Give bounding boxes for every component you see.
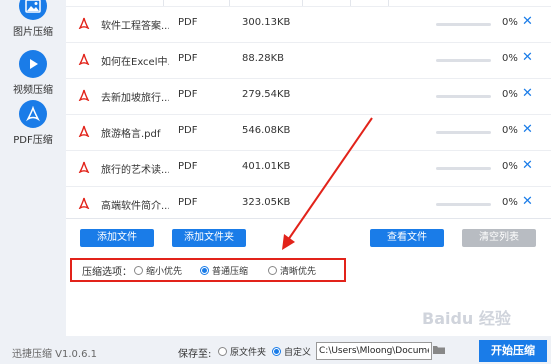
table-row[interactable]: 如何在Excel中... PDF 88.28KB 0% ✕ (66, 42, 551, 79)
file-size: 546.08KB (242, 125, 291, 136)
file-size: 88.28KB (242, 53, 285, 64)
file-size: 279.54KB (242, 89, 291, 100)
file-type: PDF (178, 17, 198, 28)
progress-percent: 0% (502, 89, 518, 100)
progress-bar (436, 203, 491, 206)
option-label: 自定义 (284, 348, 312, 358)
pdf-file-icon (78, 53, 90, 68)
image-icon (19, 0, 47, 20)
file-size: 300.13KB (242, 17, 291, 28)
play-icon (19, 50, 47, 78)
remove-file-icon[interactable]: ✕ (522, 194, 533, 209)
file-name: 旅游格言.pdf (101, 129, 161, 140)
file-type: PDF (178, 161, 198, 172)
file-name: 高端软件简介... (101, 201, 169, 212)
file-type: PDF (178, 89, 198, 100)
option-size-first[interactable]: 缩小优先 (134, 264, 182, 277)
radio-original-folder[interactable] (218, 347, 227, 356)
add-folder-button[interactable]: 添加文件夹 (172, 229, 246, 247)
sidebar-item-pdf-compress[interactable]: PDF压缩 (0, 100, 66, 146)
file-name: 旅行的艺术读... (101, 165, 169, 176)
file-name: 去新加坡旅行... (101, 93, 169, 104)
table-row[interactable]: 旅游格言.pdf PDF 546.08KB 0% ✕ (66, 114, 551, 151)
option-clarity-first[interactable]: 清晰优先 (268, 264, 316, 277)
remove-file-icon[interactable]: ✕ (522, 86, 533, 101)
start-compress-button[interactable]: 开始压缩 (479, 340, 547, 362)
option-label: 缩小优先 (146, 266, 183, 277)
footer-bar: 迅捷压缩 V1.0.6.1 保存至: 原文件夹 自定义 开始压缩 (0, 336, 551, 364)
app-version: 迅捷压缩 V1.0.6.1 (12, 349, 98, 360)
file-type: PDF (178, 53, 198, 64)
option-label: 原文件夹 (230, 348, 267, 358)
file-name: 软件工程答案... (101, 21, 169, 32)
table-row[interactable]: 高端软件简介... PDF 323.05KB 0% ✕ (66, 186, 551, 222)
clear-list-button[interactable]: 清空列表 (462, 229, 536, 247)
sidebar-item-label: 图片压缩 (13, 27, 53, 38)
progress-percent: 0% (502, 125, 518, 136)
progress-percent: 0% (502, 53, 518, 64)
progress-percent: 0% (502, 161, 518, 172)
watermark: Baidu 经验 (422, 309, 511, 328)
options-label: 压缩选项： (82, 266, 132, 278)
sidebar-item-label: PDF压缩 (13, 135, 53, 146)
sidebar-item-image-compress[interactable]: 图片压缩 (0, 0, 66, 38)
radio-size-first[interactable] (134, 265, 143, 275)
progress-bar (436, 167, 491, 170)
pdf-file-icon (78, 125, 90, 140)
file-type: PDF (178, 125, 198, 136)
option-original-folder[interactable]: 原文件夹 (218, 345, 266, 358)
view-file-button[interactable]: 查看文件 (370, 229, 444, 247)
sidebar-item-video-compress[interactable]: 视频压缩 (0, 50, 66, 96)
option-label: 清晰优先 (280, 266, 317, 277)
progress-percent: 0% (502, 17, 518, 28)
progress-bar (436, 59, 491, 62)
radio-custom-folder[interactable] (272, 347, 281, 356)
option-label: 普通压缩 (212, 266, 249, 277)
pdf-file-icon (78, 197, 90, 212)
table-row[interactable]: 去新加坡旅行... PDF 279.54KB 0% ✕ (66, 78, 551, 115)
radio-clarity-first[interactable] (268, 265, 278, 275)
save-to-label: 保存至: (178, 349, 212, 360)
sidebar: 图片压缩 视频压缩 PDF压缩 (0, 0, 66, 336)
table-row[interactable]: 旅行的艺术读... PDF 401.01KB 0% ✕ (66, 150, 551, 187)
folder-icon[interactable] (432, 344, 446, 358)
file-size: 401.01KB (242, 161, 291, 172)
save-path-field[interactable] (316, 342, 432, 360)
progress-bar (436, 95, 491, 98)
file-list: 软件工程答案... PDF 300.13KB 0% ✕ 如何在Excel中...… (66, 0, 551, 219)
table-row[interactable]: 软件工程答案... PDF 300.13KB 0% ✕ (66, 6, 551, 43)
sidebar-item-label: 视频压缩 (13, 85, 53, 96)
progress-bar (436, 23, 491, 26)
option-custom-folder[interactable]: 自定义 (272, 345, 311, 358)
compression-options: 压缩选项： 缩小优先 普通压缩 清晰优先 (70, 258, 346, 282)
remove-file-icon[interactable]: ✕ (522, 14, 533, 29)
option-normal[interactable]: 普通压缩 (200, 264, 248, 277)
pdf-file-icon (78, 161, 90, 176)
radio-normal[interactable] (200, 265, 210, 275)
remove-file-icon[interactable]: ✕ (522, 122, 533, 137)
progress-bar (436, 131, 491, 134)
pdf-file-icon (78, 89, 90, 104)
add-file-button[interactable]: 添加文件 (80, 229, 154, 247)
pdf-file-icon (78, 17, 90, 32)
file-size: 323.05KB (242, 197, 291, 208)
main-panel: 软件工程答案... PDF 300.13KB 0% ✕ 如何在Excel中...… (66, 0, 551, 336)
file-name: 如何在Excel中... (101, 57, 169, 68)
pdf-icon (19, 100, 47, 128)
progress-percent: 0% (502, 197, 518, 208)
file-type: PDF (178, 197, 198, 208)
remove-file-icon[interactable]: ✕ (522, 50, 533, 65)
remove-file-icon[interactable]: ✕ (522, 158, 533, 173)
